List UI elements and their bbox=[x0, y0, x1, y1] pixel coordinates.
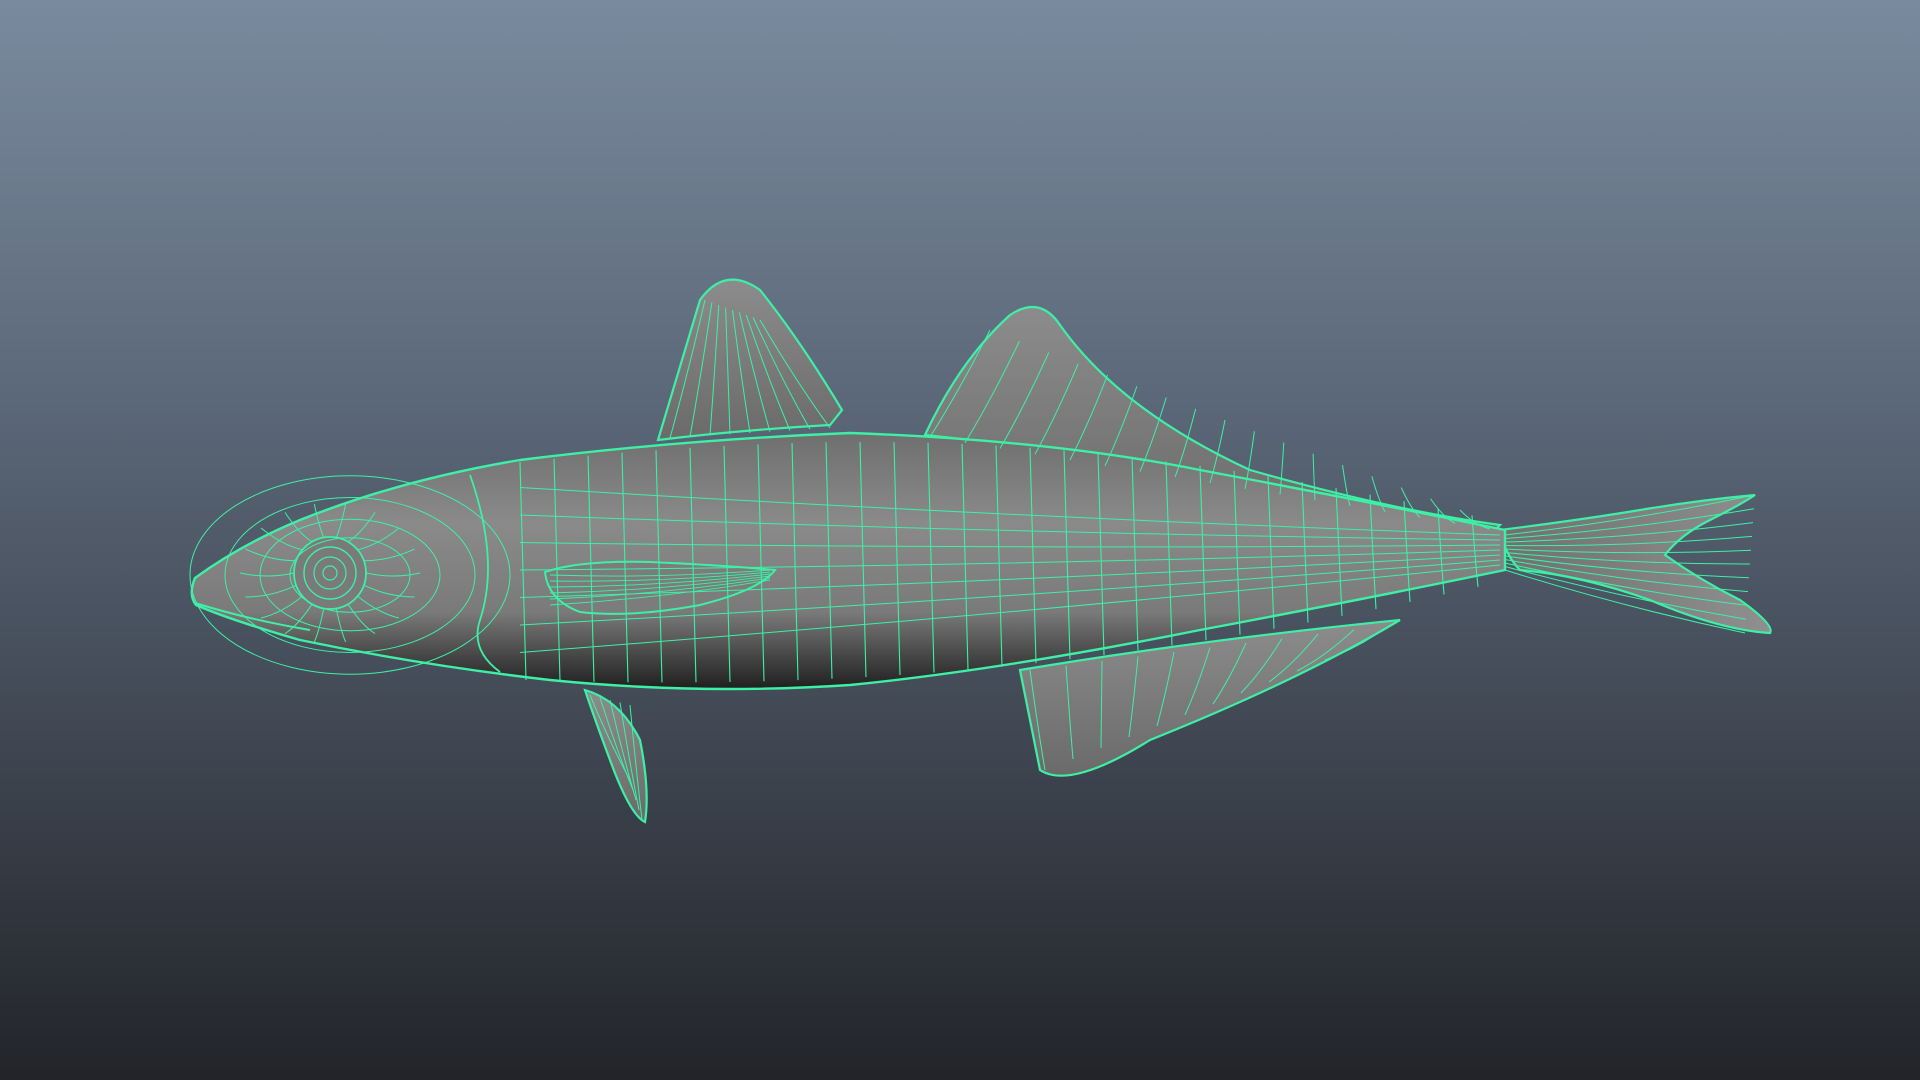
eye-icon bbox=[293, 536, 367, 610]
first-dorsal-fin[interactable] bbox=[656, 278, 844, 442]
fish-model[interactable] bbox=[0, 0, 1920, 1080]
3d-viewport[interactable] bbox=[0, 0, 1920, 1080]
